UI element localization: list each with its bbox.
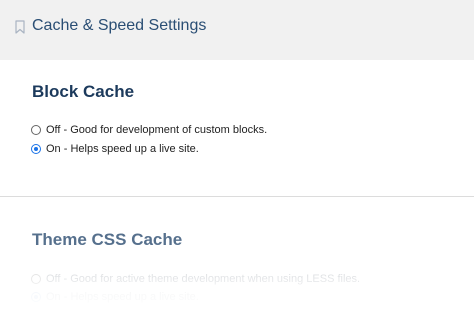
block-cache-off-option[interactable]: Off - Good for development of custom blo… [31, 122, 267, 138]
theme-css-cache-heading: Theme CSS Cache [32, 230, 183, 249]
block-cache-on-option[interactable]: On - Helps speed up a live site. [31, 141, 199, 157]
theme-css-cache-on-label: On - Helps speed up a live site. [46, 291, 199, 303]
theme-css-cache-on-option[interactable]: On - Helps speed up a live site. [31, 289, 199, 305]
bookmark-icon [15, 20, 25, 34]
block-cache-off-label: Off - Good for development of custom blo… [46, 124, 268, 136]
block-cache-on-radio[interactable] [31, 144, 41, 154]
theme-css-cache-on-radio[interactable] [31, 292, 41, 302]
theme-css-cache-off-option[interactable]: Off - Good for active theme development … [31, 271, 360, 287]
page-header: Cache & Speed Settings [0, 0, 474, 60]
block-cache-heading: Block Cache [32, 82, 135, 101]
page-title: Cache & Speed Settings [32, 17, 207, 34]
block-cache-on-label: On - Helps speed up a live site. [46, 143, 199, 155]
block-cache-off-radio[interactable] [31, 125, 41, 135]
theme-css-cache-off-radio[interactable] [31, 274, 41, 284]
section-divider [0, 196, 474, 197]
page: Cache & Speed Settings Block Cache Off -… [0, 0, 474, 332]
theme-css-cache-off-label: Off - Good for active theme development … [46, 273, 361, 285]
